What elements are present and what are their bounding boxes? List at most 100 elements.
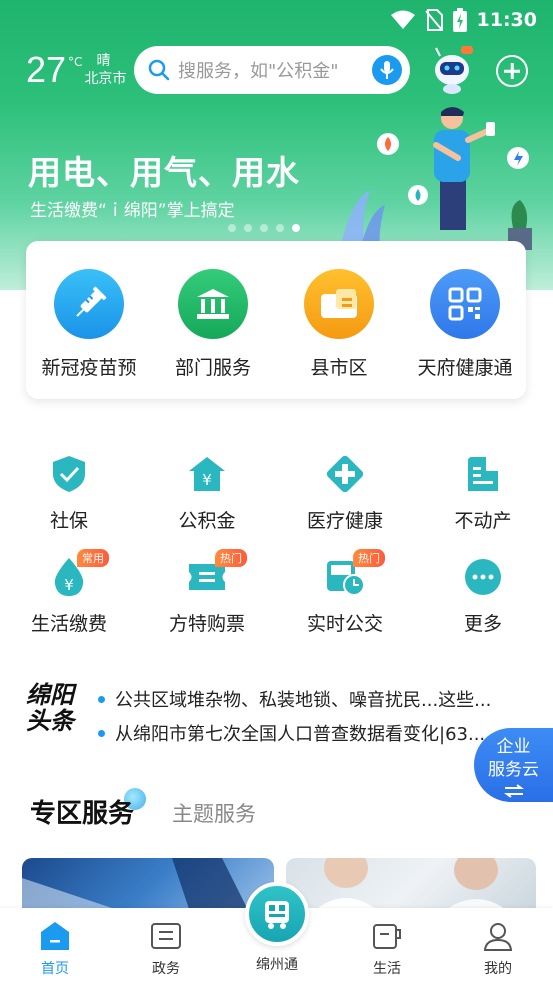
service-more[interactable]: 更多 — [414, 555, 552, 636]
assistant-robot-icon[interactable] — [428, 44, 476, 94]
tab-home[interactable]: 首页 — [15, 920, 95, 978]
service-label: 不动产 — [454, 510, 512, 532]
section-tab-theme-services[interactable]: 主题服务 — [172, 798, 256, 828]
service-fantawild-ticket[interactable]: 热门 方特购票 — [138, 549, 276, 636]
search-bar[interactable]: 搜服务，如"公积金" — [134, 46, 410, 94]
banner-dot-active — [292, 224, 300, 232]
news-headline: 公共区域堆杂物、私装地锁、噪音扰民...这些... — [115, 690, 492, 711]
building-icon — [178, 269, 248, 339]
add-button[interactable] — [496, 55, 528, 87]
gov-icon — [150, 920, 182, 952]
quick-service-department[interactable]: 部门服务 — [150, 269, 276, 380]
quick-service-label: 县市区 — [310, 357, 368, 379]
service-social-security[interactable]: 社保 — [0, 452, 138, 533]
service-realtime-bus[interactable]: 热门 实时公交 — [276, 549, 414, 636]
quick-service-label: 天府健康通 — [417, 357, 513, 379]
tag-badge: 常用 — [77, 549, 109, 567]
service-utility-payment[interactable]: ¥ 常用 生活缴费 — [0, 549, 138, 636]
bullet-icon — [98, 695, 105, 703]
banner-title[interactable]: 用电、用气、用水 — [28, 146, 300, 194]
news-list: 公共区域堆杂物、私装地锁、噪音扰民...这些... 从绵阳市第七次全国人口普查数… — [98, 682, 528, 750]
service-medical[interactable]: 医疗健康 — [276, 452, 414, 533]
yen-drop-icon: ¥ 常用 — [47, 549, 109, 599]
svg-text:¥: ¥ — [64, 576, 74, 594]
news-logo-line2: 头条 — [26, 707, 74, 735]
tab-mine[interactable]: 我的 — [458, 920, 538, 978]
bus-clock-icon: 热门 — [323, 549, 385, 599]
syringe-icon — [54, 269, 124, 339]
banner-dot — [260, 224, 268, 232]
news-logo[interactable]: 绵阳 头条 — [26, 682, 88, 734]
section-tab-zone-services[interactable]: 专区服务 — [30, 793, 134, 830]
service-housing-fund[interactable]: ¥ 公积金 — [138, 452, 276, 533]
search-input[interactable]: 搜服务，如"公积金" — [178, 57, 372, 83]
search-icon — [148, 59, 170, 81]
banner-pagination — [228, 224, 300, 232]
news-logo-line1: 绵阳 — [26, 681, 74, 709]
weather-details: 晴 北京市 — [84, 52, 126, 88]
ticket-icon: 热门 — [185, 549, 247, 599]
quick-service-health-code[interactable]: 天府健康通 — [402, 269, 528, 380]
floating-line2: 服务云 — [488, 760, 539, 780]
service-label: 方特购票 — [168, 613, 245, 635]
voice-search-button[interactable] — [372, 55, 402, 85]
quick-service-vaccine[interactable]: 新冠疫苗预 — [26, 269, 152, 380]
swap-arrows-icon — [503, 784, 524, 798]
banner-dot — [244, 224, 252, 232]
tag-badge: 热门 — [215, 549, 247, 567]
temperature: 27 — [26, 49, 67, 90]
tab-label: 首页 — [41, 961, 69, 977]
temperature-unit: °C — [68, 55, 83, 69]
quick-service-label: 新冠疫苗预 — [41, 357, 137, 379]
life-cup-icon — [371, 920, 403, 952]
scan-bus-icon — [265, 901, 289, 929]
profile-icon — [482, 920, 514, 952]
banner-dot — [276, 224, 284, 232]
tag-badge: 热门 — [353, 549, 385, 567]
tab-life[interactable]: 生活 — [347, 920, 427, 978]
weather-condition: 晴 — [96, 53, 111, 69]
quick-services-card: 新冠疫苗预 部门服务 县市区 天府健康通 — [26, 241, 526, 399]
weather-widget[interactable]: 27 °C 晴 北京市 — [26, 52, 126, 88]
map-card-icon — [304, 269, 374, 339]
more-dots-icon — [461, 555, 505, 599]
status-time: 11:30 — [476, 9, 537, 31]
service-label: 医疗健康 — [306, 510, 383, 532]
news-item[interactable]: 从绵阳市第七次全国人口普查数据看变化|63... — [98, 716, 528, 750]
status-bar: 11:30 — [390, 6, 537, 34]
battery-icon — [452, 8, 467, 32]
banner-dot — [228, 224, 236, 232]
service-label: 生活缴费 — [30, 613, 107, 635]
wifi-icon — [390, 10, 415, 29]
service-real-estate[interactable]: 不动产 — [414, 452, 552, 533]
service-label: 公积金 — [178, 510, 236, 532]
shield-check-icon — [47, 452, 91, 496]
quick-service-county[interactable]: 县市区 — [276, 269, 402, 380]
service-label: 社保 — [49, 510, 88, 532]
tab-label: 我的 — [484, 961, 512, 977]
microphone-icon — [380, 61, 394, 79]
news-item[interactable]: 公共区域堆杂物、私装地锁、噪音扰民...这些... — [98, 682, 528, 716]
service-label: 实时公交 — [306, 613, 383, 635]
floating-line1: 企业 — [496, 737, 531, 757]
banner-subtitle: 生活缴费“ｉ绵阳”掌上搞定 — [30, 201, 235, 221]
bullet-icon — [98, 729, 105, 737]
tab-label: 生活 — [373, 961, 401, 977]
weather-city: 北京市 — [84, 71, 127, 87]
enterprise-service-cloud-button[interactable]: 企业 服务云 — [474, 728, 553, 802]
tab-government[interactable]: 政务 — [126, 920, 206, 978]
qr-code-icon — [430, 269, 500, 339]
home-icon — [39, 920, 71, 952]
service-label: 更多 — [463, 613, 502, 635]
svg-text:¥: ¥ — [202, 471, 212, 489]
tab-mianzhoutong[interactable]: 绵州通 — [237, 954, 317, 974]
banner-illustration — [340, 107, 532, 250]
medical-cross-icon — [323, 452, 367, 496]
news-headline: 从绵阳市第七次全国人口普查数据看变化|63... — [115, 724, 486, 745]
center-scan-button[interactable] — [245, 882, 309, 946]
quick-service-label: 部门服务 — [174, 357, 251, 379]
tab-label: 政务 — [152, 961, 180, 977]
tab-label: 绵州通 — [256, 957, 298, 973]
house-yen-icon: ¥ — [185, 452, 229, 496]
no-sim-icon — [424, 9, 443, 31]
